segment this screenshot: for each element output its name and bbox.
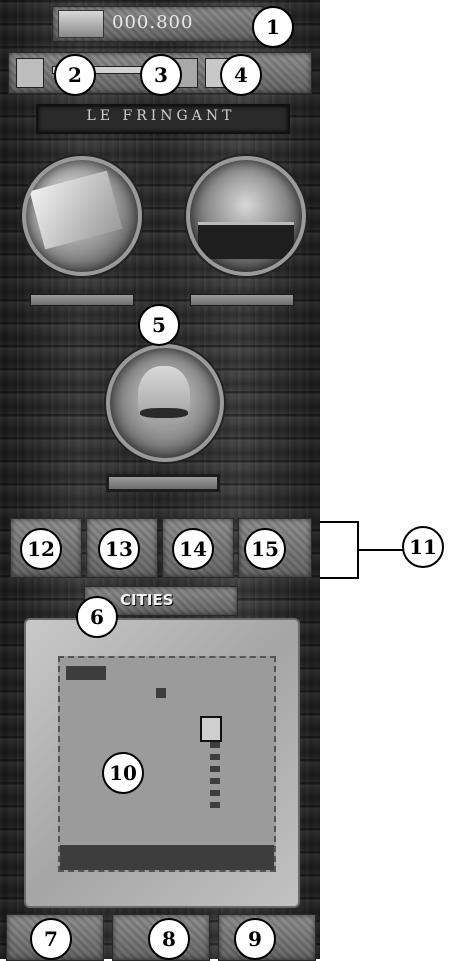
map-land-north [66,666,106,680]
hull-image [198,222,294,259]
callout-5: 5 [138,304,180,346]
hull-view-porthole[interactable] [186,156,306,276]
treasure-icon [58,10,104,38]
player-ship-marker[interactable] [200,716,222,742]
map-land-south [60,834,274,870]
map-land-island [156,688,166,698]
callout-2: 2 [54,54,96,96]
callout-3: 3 [140,54,182,96]
callout-12: 12 [20,528,62,570]
sail-view-porthole[interactable] [22,156,142,276]
callout-13: 13 [98,528,140,570]
map-area[interactable] [58,656,276,872]
callout-9: 9 [234,918,276,960]
callout-6: 6 [76,596,118,638]
captain-portrait[interactable] [106,344,224,462]
captain-status-bar [106,474,220,492]
hull-status-bar [190,294,294,306]
captain-face [138,366,190,428]
callout-10: 10 [102,752,144,794]
callout-15: 15 [244,528,286,570]
callout-11-bracket [320,521,404,579]
sail-status-bar [30,294,134,306]
captain-mustache [140,408,188,418]
side-panel: 000.800 LE FRINGANT CITIES [0,0,320,961]
callout-4: 4 [220,54,262,96]
callout-11: 11 [402,526,444,568]
cities-tab-label: CITIES [120,591,174,609]
callout-1: 1 [252,6,294,48]
callout-8: 8 [148,918,190,960]
callout-14: 14 [172,528,214,570]
sail-image [29,170,123,250]
callout-7: 7 [30,918,72,960]
ship-name: LE FRINGANT [86,108,236,124]
money-value: 000.800 [112,12,194,33]
crew-icon[interactable] [16,58,44,88]
